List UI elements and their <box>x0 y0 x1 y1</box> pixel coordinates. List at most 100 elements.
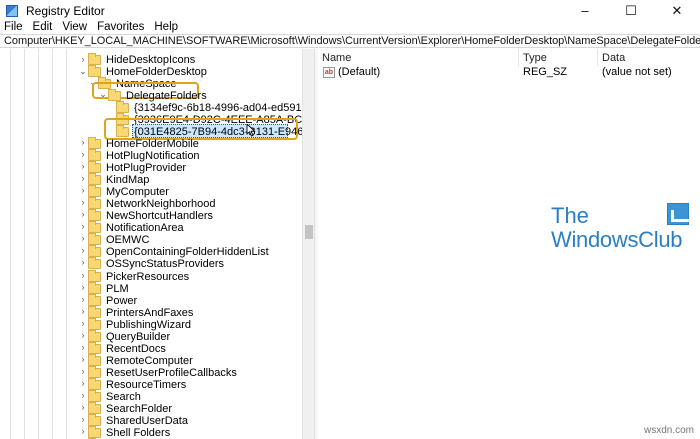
tree-item[interactable]: RecentDocs <box>88 342 166 355</box>
chevron-right-icon[interactable]: › <box>78 282 88 292</box>
tree-item-label: Shell Folders <box>106 427 171 439</box>
chevron-right-icon[interactable]: › <box>78 318 88 328</box>
scrollbar-thumb[interactable] <box>305 225 313 239</box>
menu-edit[interactable]: Edit <box>28 21 58 34</box>
tree-item-delegate-child-selected[interactable]: {031E4825-7B94-4dc3-B131-E946B44C8DD5} <box>116 125 305 138</box>
chevron-right-icon[interactable]: › <box>78 342 88 352</box>
folder-icon <box>88 245 101 257</box>
tree-guide-line <box>24 49 25 439</box>
chevron-right-icon[interactable]: › <box>78 306 88 316</box>
value-data: (value not set) <box>602 66 672 78</box>
chevron-right-icon[interactable]: › <box>78 197 88 207</box>
tree-item-label: ResetUserProfileCallbacks <box>106 367 237 379</box>
chevron-right-icon[interactable]: › <box>78 149 88 159</box>
tree-item-label: NetworkNeighborhood <box>106 198 216 210</box>
chevron-right-icon[interactable]: › <box>78 257 88 267</box>
column-header-name[interactable]: Name <box>322 52 351 64</box>
tree-pane[interactable]: › HideDesktopIcons ⌄ HomeFolderDesktop ⌄… <box>0 49 305 439</box>
chevron-right-icon[interactable]: › <box>78 414 88 424</box>
address-bar[interactable]: Computer\HKEY_LOCAL_MACHINE\SOFTWARE\Mic… <box>0 34 700 48</box>
chevron-down-icon[interactable]: ⌄ <box>78 66 88 77</box>
folder-icon <box>88 185 101 197</box>
tree-item-hide-desktop-icons[interactable]: HideDesktopIcons <box>88 53 195 66</box>
tree-item[interactable]: NotificationArea <box>88 221 184 234</box>
chevron-right-icon[interactable]: › <box>78 366 88 376</box>
folder-icon <box>88 209 101 221</box>
chevron-right-icon[interactable]: › <box>78 402 88 412</box>
tree-item[interactable]: SharedUserData <box>88 414 188 427</box>
tree-item-label: QueryBuilder <box>106 331 171 343</box>
chevron-right-icon[interactable]: › <box>78 378 88 388</box>
folder-icon <box>116 101 129 113</box>
address-path[interactable]: Computer\HKEY_LOCAL_MACHINE\SOFTWARE\Mic… <box>4 35 700 47</box>
tree-item-label: KindMap <box>106 174 150 186</box>
tree-item[interactable]: RemoteComputer <box>88 354 193 367</box>
tree-item-label: OEMWC <box>106 234 150 246</box>
thewindowsclub-watermark: The WindowsClub <box>551 203 696 255</box>
chevron-right-icon[interactable]: › <box>78 221 88 231</box>
tree-item[interactable]: OEMWC <box>88 233 150 246</box>
table-row[interactable]: ab (Default) REG_SZ (value not set) <box>318 66 700 79</box>
chevron-right-icon[interactable]: › <box>78 270 88 280</box>
column-header-data[interactable]: Data <box>602 52 625 64</box>
tree-item-label: SharedUserData <box>106 415 188 427</box>
menu-help[interactable]: Help <box>149 21 183 34</box>
column-divider[interactable] <box>597 49 598 66</box>
chevron-right-icon[interactable]: › <box>78 209 88 219</box>
folder-icon <box>88 390 101 402</box>
tree-item-delegate-child[interactable]: {3134ef9c-6b18-4996-ad04-ed5912e00eb5} <box>116 101 305 114</box>
tree-item[interactable]: PrintersAndFaxes <box>88 306 193 319</box>
menu-view[interactable]: View <box>57 21 92 34</box>
maximize-button[interactable]: ☐ <box>608 0 654 21</box>
tree-item[interactable]: MyComputer <box>88 185 169 198</box>
chevron-right-icon[interactable]: › <box>78 137 88 147</box>
tree-item[interactable]: Shell Folders <box>88 426 171 439</box>
tree-scrollbar[interactable] <box>302 49 314 439</box>
folder-icon <box>88 173 101 185</box>
chevron-right-icon[interactable]: › <box>78 245 88 255</box>
chevron-right-icon[interactable]: › <box>78 294 88 304</box>
tree-item[interactable]: OpenContainingFolderHiddenList <box>88 245 269 258</box>
tree-item[interactable]: QueryBuilder <box>88 330 171 343</box>
folder-icon <box>88 402 101 414</box>
tree-item[interactable]: OSSyncStatusProviders <box>88 257 224 270</box>
chevron-right-icon[interactable]: › <box>78 161 88 171</box>
folder-icon <box>88 306 101 318</box>
tree-item[interactable]: ResourceTimers <box>88 378 186 391</box>
tree-item[interactable]: HotPlugNotification <box>88 149 200 162</box>
chevron-right-icon[interactable]: › <box>78 54 88 64</box>
column-divider[interactable] <box>518 49 519 66</box>
tree-item[interactable]: KindMap <box>88 173 150 186</box>
chevron-right-icon[interactable]: › <box>78 233 88 243</box>
menu-file[interactable]: File <box>0 21 28 34</box>
tree-item[interactable]: NewShortcutHandlers <box>88 209 213 222</box>
chevron-down-icon[interactable]: ⌄ <box>98 89 108 100</box>
chevron-right-icon[interactable]: › <box>78 426 88 436</box>
chevron-right-icon[interactable]: › <box>78 330 88 340</box>
tree-item[interactable]: ResetUserProfileCallbacks <box>88 366 237 379</box>
tree-item-label: OpenContainingFolderHiddenList <box>106 246 269 258</box>
tree-item[interactable]: SearchFolder <box>88 402 173 415</box>
menu-favorites[interactable]: Favorites <box>92 21 149 34</box>
chevron-right-icon[interactable]: › <box>78 173 88 183</box>
tree-item-label: SearchFolder <box>106 403 173 415</box>
tree-item[interactable]: NetworkNeighborhood <box>88 197 216 210</box>
tree-item-label: RemoteComputer <box>106 355 193 367</box>
tree-item[interactable]: PublishingWizard <box>88 318 191 331</box>
chevron-right-icon[interactable]: › <box>78 185 88 195</box>
tree-item[interactable]: HotPlugProvider <box>88 161 186 174</box>
chevron-right-icon[interactable]: › <box>78 390 88 400</box>
folder-icon <box>88 330 101 342</box>
folder-icon <box>88 149 101 161</box>
folder-icon <box>88 282 101 294</box>
tree-item-home-folder-mobile[interactable]: HomeFolderMobile <box>88 137 199 150</box>
close-button[interactable]: ✕ <box>654 0 700 21</box>
tree-item[interactable]: PickerResources <box>88 270 189 283</box>
folder-icon <box>88 342 101 354</box>
folder-icon <box>88 378 101 390</box>
tree-item-label: OSSyncStatusProviders <box>106 258 224 270</box>
column-header-type[interactable]: Type <box>523 52 547 64</box>
chevron-right-icon[interactable]: › <box>78 354 88 364</box>
registry-editor-icon <box>6 4 18 17</box>
minimize-button[interactable]: – <box>562 0 608 21</box>
